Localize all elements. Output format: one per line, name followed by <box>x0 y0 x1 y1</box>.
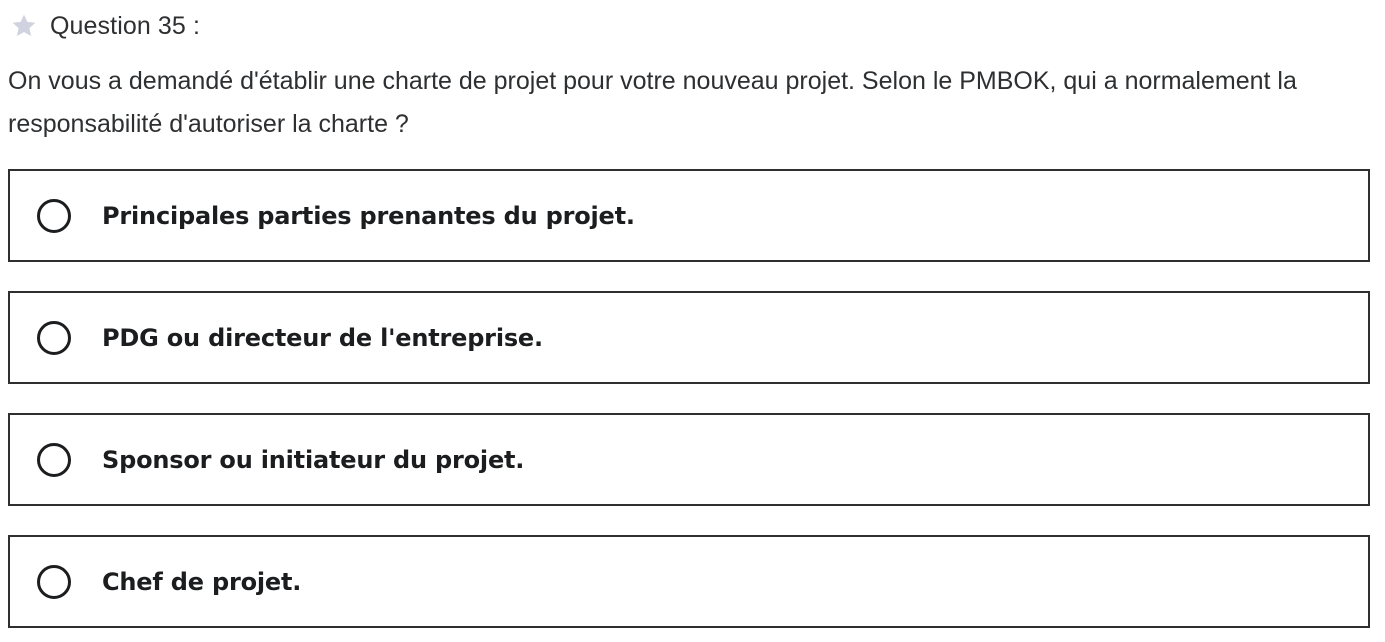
star-icon[interactable] <box>8 10 40 42</box>
radio-button[interactable] <box>37 564 71 599</box>
answer-options: Principales parties prenantes du projet.… <box>8 169 1370 628</box>
answer-option-label: PDG ou directeur de l'entreprise. <box>102 323 543 352</box>
radio-button[interactable] <box>37 320 71 355</box>
question-text: On vous a demandé d'établir une charte d… <box>8 67 1297 138</box>
answer-option-3[interactable]: Sponsor ou initiateur du projet. <box>8 413 1370 506</box>
answer-option-label: Principales parties prenantes du projet. <box>102 201 635 230</box>
answer-option-label: Sponsor ou initiateur du projet. <box>102 445 525 474</box>
answer-option-2[interactable]: PDG ou directeur de l'entreprise. <box>8 291 1370 384</box>
question-title: Question 35 : <box>50 11 201 40</box>
radio-button[interactable] <box>37 442 71 477</box>
answer-option-label: Chef de projet. <box>102 567 302 596</box>
answer-option-4[interactable]: Chef de projet. <box>8 535 1370 628</box>
answer-option-1[interactable]: Principales parties prenantes du projet. <box>8 169 1370 262</box>
radio-button[interactable] <box>37 198 71 233</box>
question-header: Question 35 : <box>8 8 200 44</box>
